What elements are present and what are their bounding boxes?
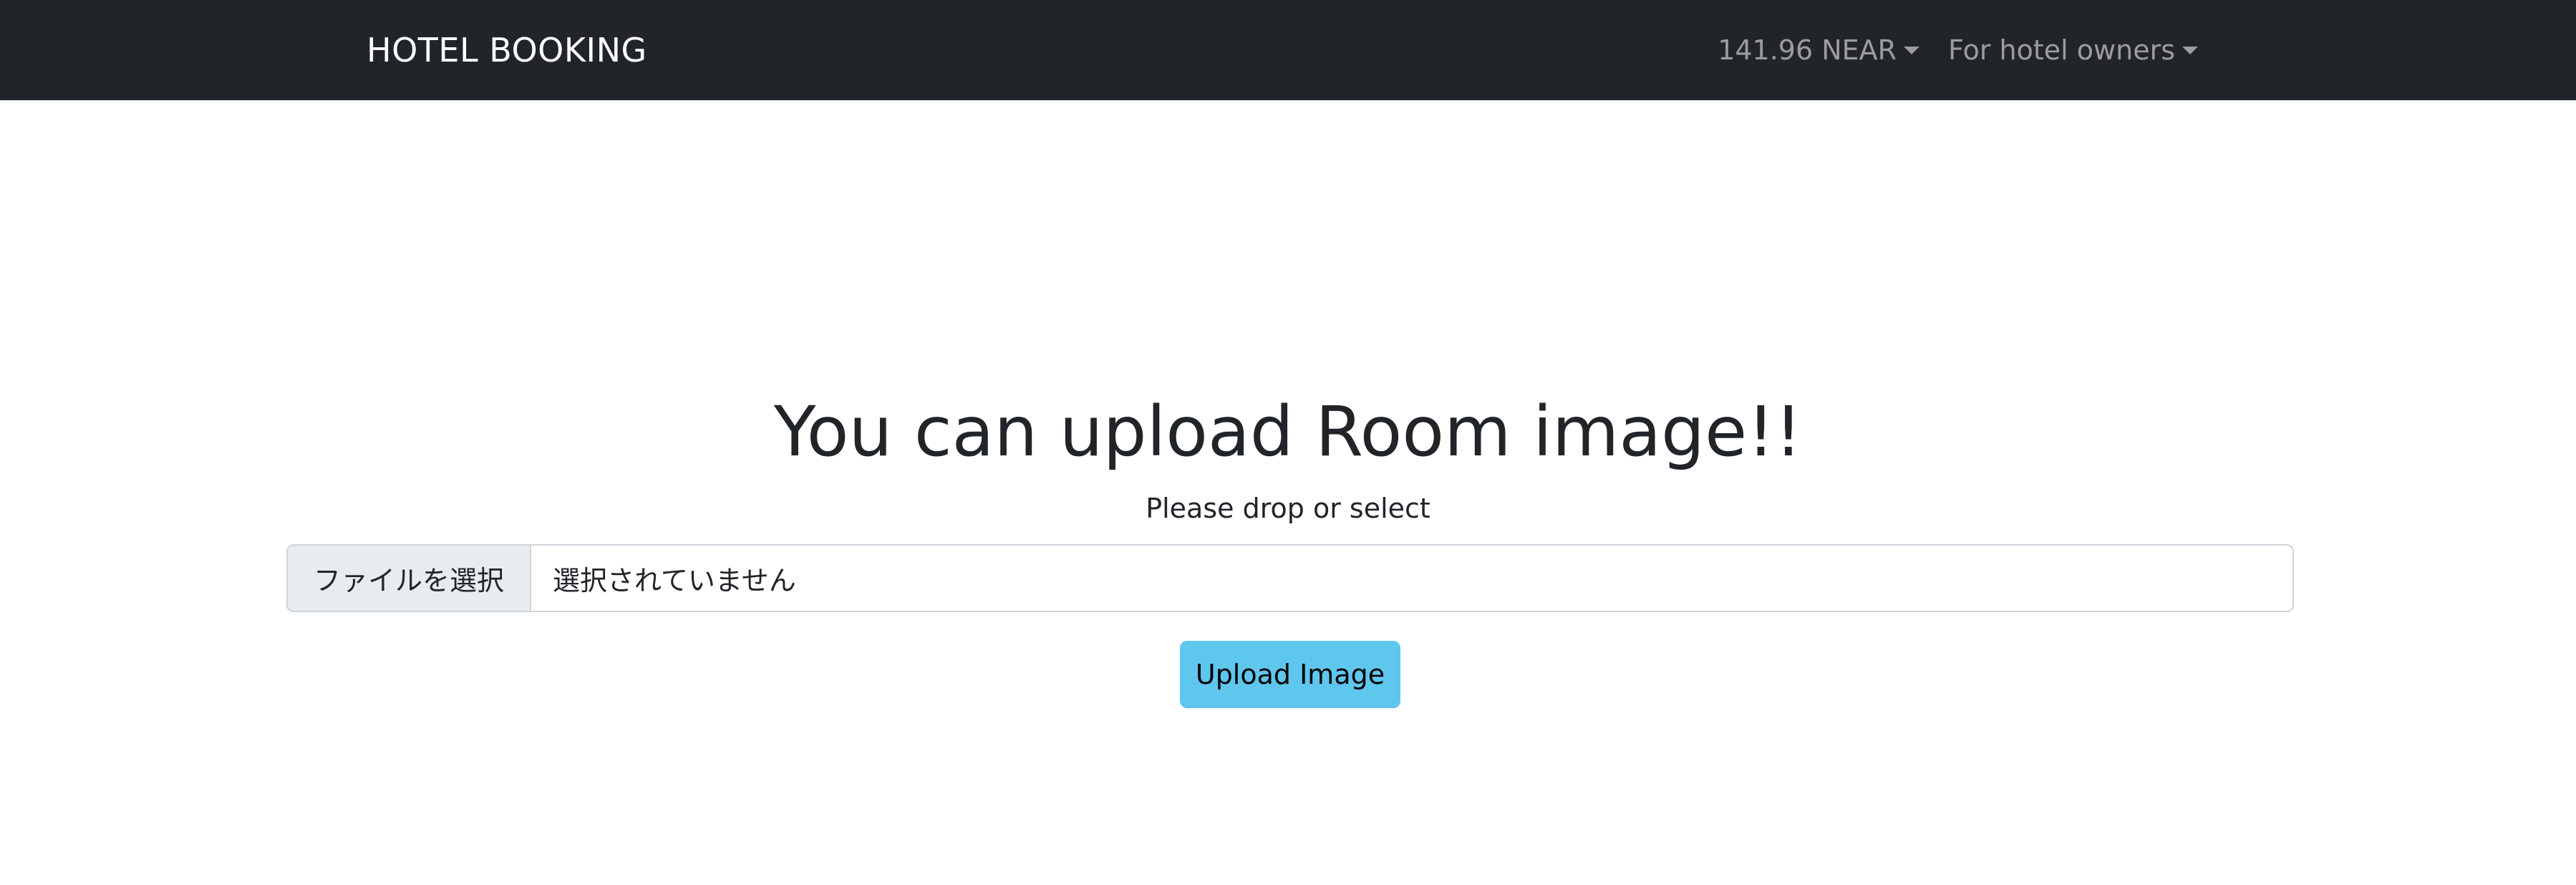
top-navbar: HOTEL BOOKING 141.96 NEAR For hotel owne… <box>0 0 2576 100</box>
upload-section: You can upload Room image!! Please drop … <box>0 100 2576 885</box>
hotel-owners-dropdown[interactable]: For hotel owners <box>1948 34 2198 66</box>
file-status-text: 選択されていません <box>553 565 796 596</box>
choose-file-button[interactable]: ファイルを選択 <box>288 546 531 611</box>
page-title: You can upload Room image!! <box>773 392 1803 472</box>
caret-down-icon <box>1904 46 1920 54</box>
file-input[interactable]: ファイルを選択 選択されていません <box>286 544 2294 612</box>
brand-link[interactable]: HOTEL BOOKING <box>367 0 647 100</box>
caret-down-icon <box>2182 46 2198 54</box>
account-balance-label: 141.96 NEAR <box>1718 34 1897 66</box>
upload-instructions: Please drop or select <box>1146 493 1430 524</box>
hotel-owners-label: For hotel owners <box>1948 34 2175 66</box>
navbar-right-menu: 141.96 NEAR For hotel owners <box>1718 0 2198 100</box>
upload-image-button[interactable]: Upload Image <box>1180 641 1400 708</box>
account-balance-dropdown[interactable]: 141.96 NEAR <box>1718 34 1920 66</box>
